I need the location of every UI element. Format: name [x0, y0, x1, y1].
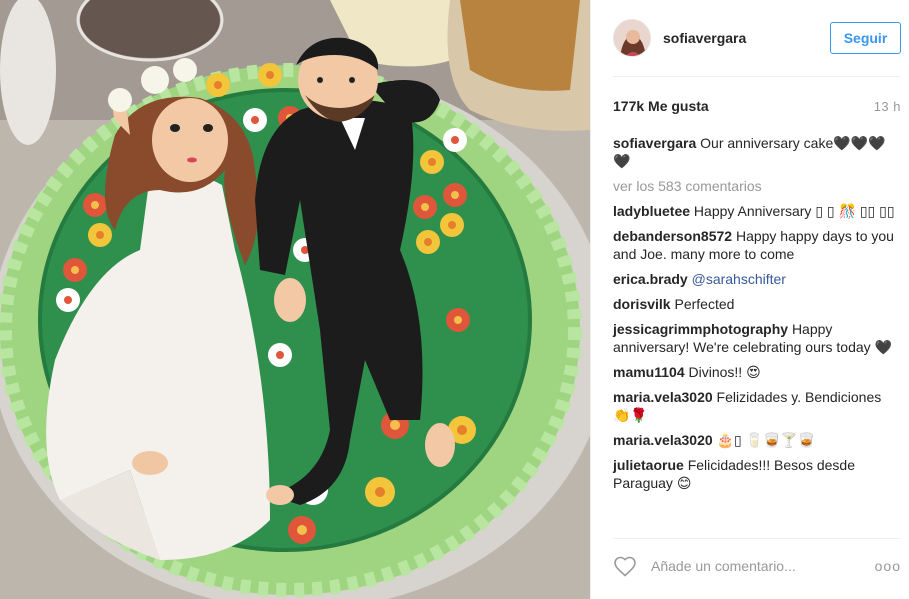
heart-outline-icon[interactable]	[613, 555, 637, 577]
post-author-username[interactable]: sofiavergara	[663, 30, 746, 46]
add-comment-input[interactable]	[649, 557, 869, 575]
comment-item: ladybluetee Happy Anniversary ▯ ▯ 🎊 ▯▯ ▯…	[613, 202, 898, 220]
comment-user[interactable]: erica.brady	[613, 271, 688, 287]
comment-user[interactable]: jessicagrimmphotography	[613, 321, 788, 337]
comment-user[interactable]: ladybluetee	[613, 203, 690, 219]
add-comment-row: ooo	[613, 553, 901, 579]
comment-user[interactable]: debanderson8572	[613, 228, 732, 244]
caption: sofiavergara Our anniversary cake🖤🖤🖤🖤	[613, 134, 898, 170]
avatar[interactable]	[613, 19, 651, 57]
post-panel: sofiavergara Seguir 177k Me gusta 13 h s…	[590, 0, 909, 599]
post-photo[interactable]	[0, 0, 590, 599]
more-options-icon[interactable]: ooo	[875, 558, 901, 574]
comments-divider	[613, 538, 901, 539]
comment-item: dorisvilk Perfected	[613, 295, 898, 313]
comment-mention-link[interactable]: @sarahschifter	[692, 271, 786, 287]
comment-user[interactable]: maria.vela3020	[613, 432, 713, 448]
comment-user[interactable]: dorisvilk	[613, 296, 671, 312]
comment-user[interactable]: julietaorue	[613, 457, 684, 473]
header-divider	[613, 76, 901, 77]
comment-text: Divinos!! 😍	[688, 364, 761, 380]
comment-text: Perfected	[674, 296, 735, 312]
post-time[interactable]: 13 h	[874, 99, 901, 114]
comment-item: jessicagrimmphotography Happy anniversar…	[613, 320, 898, 356]
comment-text: 🎂▯ 🥛🥃🍸🥃	[716, 432, 816, 448]
comments-list: sofiavergara Our anniversary cake🖤🖤🖤🖤 ve…	[613, 134, 898, 499]
comment-item: maria.vela3020 Felizidades y. Bendicione…	[613, 388, 898, 424]
likes-count[interactable]: 177k Me gusta	[613, 98, 709, 114]
comment-item: mamu1104 Divinos!! 😍	[613, 363, 898, 381]
comment-item: julietaorue Felicidades!!! Besos desde P…	[613, 456, 898, 492]
view-all-comments-link[interactable]: ver los 583 comentarios	[613, 177, 898, 195]
comment-item: erica.brady @sarahschifter	[613, 270, 898, 288]
avatar-image	[614, 20, 650, 56]
comment-item: maria.vela3020 🎂▯ 🥛🥃🍸🥃	[613, 431, 898, 449]
comment-user[interactable]: mamu1104	[613, 364, 685, 380]
caption-user[interactable]: sofiavergara	[613, 135, 696, 151]
post-header: sofiavergara Seguir	[613, 18, 901, 58]
likes-row: 177k Me gusta 13 h	[613, 96, 901, 116]
comment-user[interactable]: maria.vela3020	[613, 389, 713, 405]
comment-item: debanderson8572 Happy happy days to you …	[613, 227, 898, 263]
comment-text: Happy Anniversary ▯ ▯ 🎊 ▯▯ ▯▯	[693, 203, 895, 219]
cake-image	[0, 0, 590, 599]
follow-button[interactable]: Seguir	[830, 22, 901, 54]
